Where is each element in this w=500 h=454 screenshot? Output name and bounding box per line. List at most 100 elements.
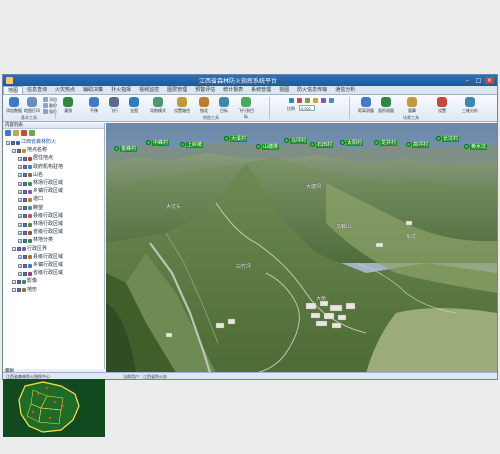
delete-layer-icon[interactable] [21,130,27,136]
layer-item[interactable]: + 省级行政区域 [18,229,63,236]
layer-item[interactable]: + 林场行政区域 [18,180,63,187]
layer-item[interactable]: + 林地分类 [18,237,53,244]
ribbon-button-2[interactable]: 漫游 [59,97,77,114]
expand-toggle-icon[interactable]: + [18,255,22,260]
poi-marker[interactable]: 金峰村 [114,145,138,152]
tab-1[interactable]: 信息查询 [23,86,51,94]
layer-checkbox[interactable] [23,263,27,268]
expand-toggle-icon[interactable]: + [18,230,22,235]
layer-item[interactable]: + 道口 [18,196,43,203]
expand-toggle-icon[interactable]: + [18,263,22,268]
layer-checkbox[interactable] [23,214,27,219]
ribbon-button-3[interactable]: 平移 [85,97,103,114]
layer-checkbox[interactable] [23,255,27,260]
ribbon-right-button-4[interactable]: 三维分析 [459,97,481,114]
layer-item[interactable]: + 林场行政区域 [18,221,63,228]
expand-toggle-icon[interactable]: + [18,214,22,219]
maximize-button[interactable]: □ [474,77,483,84]
minimize-button[interactable]: – [463,77,472,84]
expand-toggle-icon[interactable]: − [6,140,10,145]
layer-checkbox[interactable] [23,165,27,170]
ribbon-right-button-0[interactable]: 距离测量 [355,97,377,114]
expand-toggle-icon[interactable]: + [18,165,22,170]
layer-item[interactable]: + 乡镇行政区域 [18,262,63,269]
expand-toggle-icon[interactable]: + [18,189,22,194]
tab-7[interactable]: 预警评估 [191,86,219,94]
expand-toggle-icon[interactable]: + [18,173,22,178]
expand-toggle-icon[interactable]: + [18,206,22,211]
refresh-icon[interactable] [29,130,35,136]
expand-toggle-icon[interactable]: − [12,247,16,252]
tab-6[interactable]: 图层管理 [163,86,191,94]
eagle-eye-map[interactable] [3,375,105,437]
ribbon-button-6[interactable]: 导航模式 [149,97,167,114]
ribbon-button-5[interactable]: 全图 [125,97,143,114]
layer-item[interactable]: + 瞭望 [18,205,43,212]
layer-item[interactable]: + 省级行政区域 [18,270,63,277]
layer-checkbox[interactable] [23,173,27,178]
layer-checkbox[interactable] [17,279,21,284]
poi-marker[interactable]: 龙井村 [374,139,398,146]
close-button[interactable]: × [485,77,494,84]
poi-marker[interactable]: 长坑村 [436,135,460,142]
layer-checkbox[interactable] [17,148,21,153]
poi-marker[interactable]: 中峰村 [146,139,170,146]
ribbon-right-button-3[interactable]: 设置 [431,97,453,114]
expand-toggle-icon[interactable]: + [18,271,22,276]
layer-checkbox[interactable] [23,197,27,202]
3d-scene-view[interactable]: 金峰村 中峰村 上岭坡 大溪村 山塘排 马坪村 石田村 太阳村 龙井村 高坪村 长坑村 黄水坑 大坑头… [106,123,497,373]
folder-icon[interactable] [13,130,19,136]
ribbon-button-4[interactable]: 飞行 [105,97,123,114]
layer-item[interactable]: + 乡镇行政区域 [18,188,63,195]
poi-marker[interactable]: 太阳村 [340,139,364,146]
scene-tool-icon-5[interactable] [329,98,335,103]
scene-tool-icon-0[interactable] [289,98,295,103]
ribbon-button-10[interactable]: 飞行到目标 [237,97,255,120]
expand-toggle-icon[interactable]: + [18,238,22,243]
add-layer-icon[interactable] [5,130,11,136]
scene-tool-icon-3[interactable] [313,98,319,103]
tab-2[interactable]: 火灾热点 [51,86,79,94]
layer-checkbox[interactable] [23,222,27,227]
ribbon-button-1[interactable]: 地图打印 [23,97,41,114]
ribbon-button-7[interactable]: 设置路径 [173,97,191,114]
layer-item[interactable]: − 地形 [12,287,37,294]
poi-marker[interactable]: 马坪村 [284,137,308,144]
layer-item[interactable]: − 影像 [12,278,37,285]
tab-9[interactable]: 系统管理 [247,86,275,94]
expand-toggle-icon[interactable]: + [18,181,22,186]
layer-item[interactable]: − 江西省森林防火 [6,139,56,146]
expand-toggle-icon[interactable]: + [18,197,22,202]
scene-tool-icon-1[interactable] [297,98,303,103]
expand-toggle-icon[interactable]: − [12,288,16,293]
ribbon-button-8[interactable]: 指北 [195,97,213,114]
poi-marker[interactable]: 上岭坡 [180,141,204,148]
layer-checkbox[interactable] [23,206,27,211]
scene-tool-icon-4[interactable] [321,98,327,103]
expand-toggle-icon[interactable]: + [18,156,22,161]
tab-8[interactable]: 统计报表 [219,86,247,94]
tab-3[interactable]: 辅助决策 [79,86,107,94]
layer-checkbox[interactable] [23,271,27,276]
tab-11[interactable]: 防火信息传输 [293,86,331,94]
scale-input[interactable] [299,105,315,111]
tab-12[interactable]: 通信分析 [331,86,359,94]
poi-marker[interactable]: 黄水坑 [464,143,488,150]
tab-4[interactable]: 扑火指挥 [107,86,135,94]
layer-checkbox[interactable] [23,230,27,235]
ribbon-button-9[interactable]: 目标 [215,97,233,114]
layer-checkbox[interactable] [17,288,21,293]
ribbon-button-0[interactable]: 添加数据 [5,97,23,114]
poi-marker[interactable]: 大溪村 [224,135,248,142]
scene-tool-icon-2[interactable] [305,98,311,103]
poi-marker[interactable]: 石田村 [310,141,334,148]
layer-item[interactable]: + 政府机构驻地 [18,164,63,171]
ribbon-right-button-1[interactable]: 面积测量 [375,97,397,114]
tab-10[interactable]: 视图 [275,86,293,94]
expand-toggle-icon[interactable]: + [18,222,22,227]
layer-checkbox[interactable] [23,189,27,194]
layer-checkbox[interactable] [23,156,27,161]
layer-item[interactable]: + 山名 [18,172,43,179]
layer-checkbox[interactable] [23,238,27,243]
layer-item[interactable]: + 县级行政区域 [18,213,63,220]
